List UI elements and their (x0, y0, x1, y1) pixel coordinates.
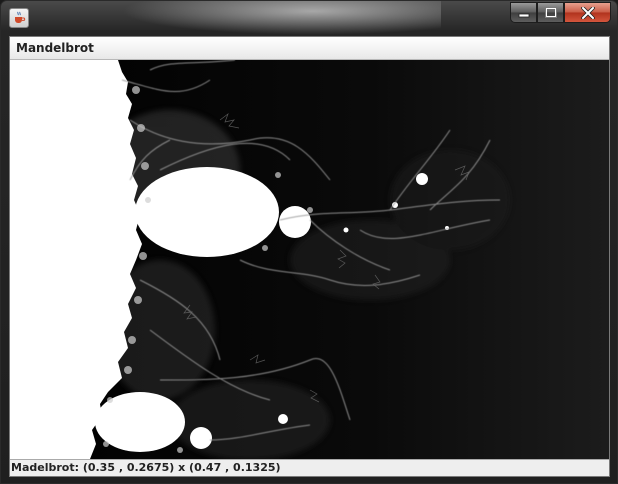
maximize-button[interactable] (537, 2, 564, 23)
mandelbrot-image (10, 60, 609, 459)
menu-mandelbrot[interactable]: Mandelbrot (16, 41, 94, 55)
java-cup-icon[interactable] (9, 8, 29, 28)
fractal-canvas[interactable] (10, 60, 609, 459)
titlebar-glow (121, 1, 441, 35)
menu-bar: Mandelbrot (10, 37, 609, 60)
status-bar: Madelbrot: (0.35 , 0.2675) x (0.47 , 0.1… (10, 459, 609, 476)
close-button[interactable] (564, 2, 611, 23)
client-area: Mandelbrot Madelbrot: (0.35 , 0.2675) x … (9, 36, 610, 477)
close-icon (580, 6, 595, 19)
status-coordinates: Madelbrot: (0.35 , 0.2675) x (0.47 , 0.1… (11, 461, 281, 474)
maximize-icon (544, 7, 557, 18)
window-controls (510, 2, 611, 24)
minimize-icon (518, 13, 529, 17)
app-window: Mandelbrot Madelbrot: (0.35 , 0.2675) x … (0, 0, 618, 484)
minimize-button[interactable] (510, 2, 537, 23)
